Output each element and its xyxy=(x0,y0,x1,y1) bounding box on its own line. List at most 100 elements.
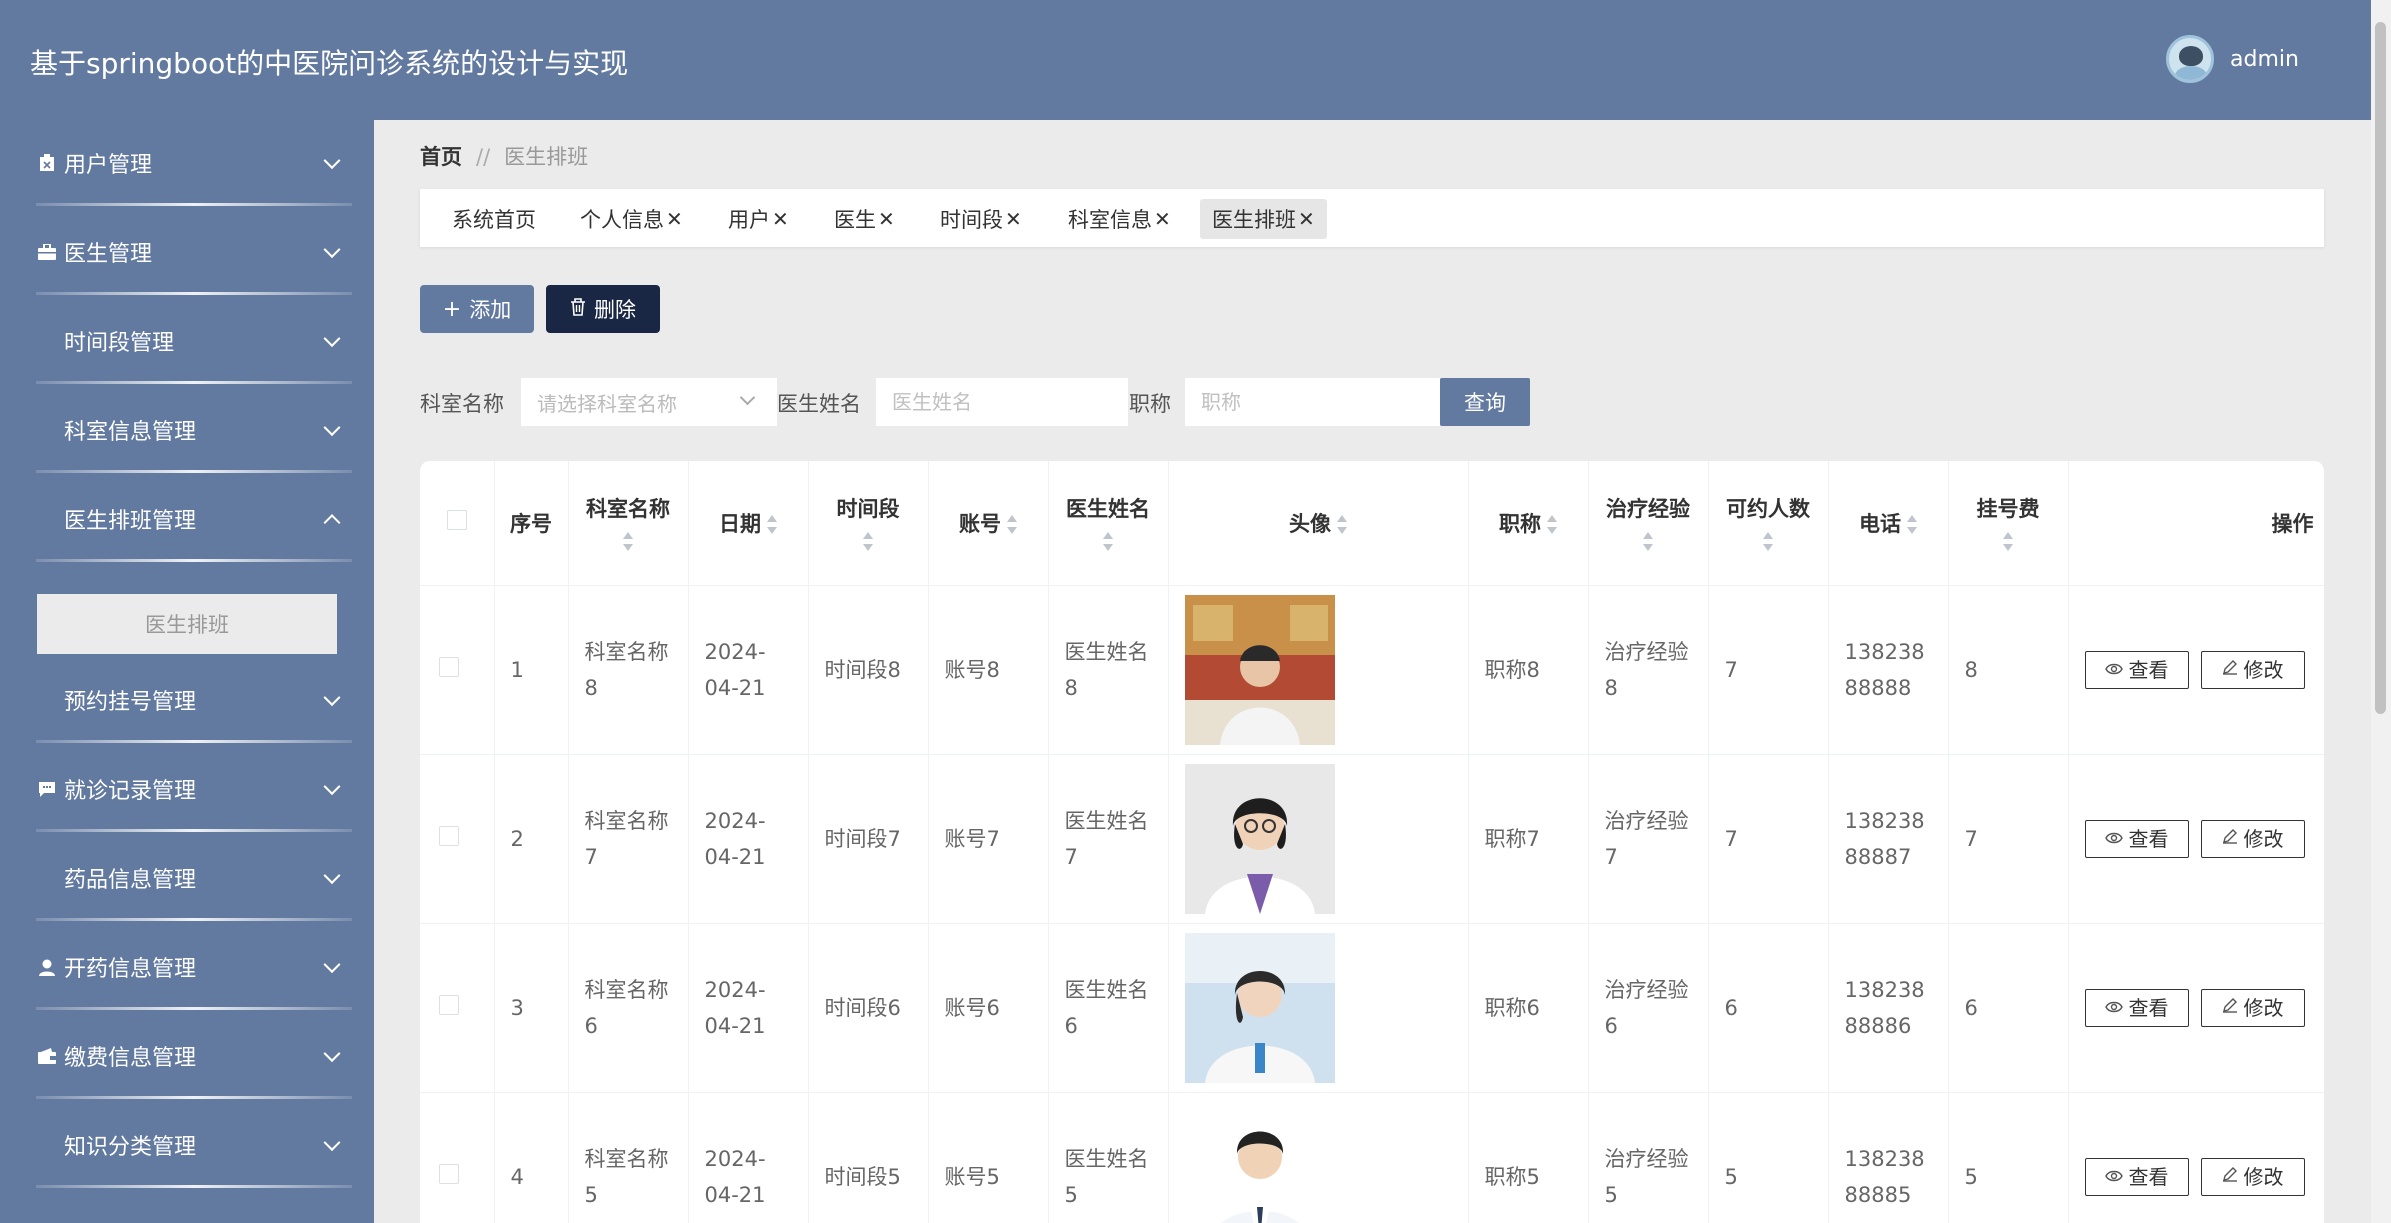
sidebar-item-knowledge-category-management[interactable]: 知识分类管理 xyxy=(0,1102,374,1188)
sort-icon[interactable] xyxy=(863,531,873,553)
user-menu[interactable]: admin xyxy=(2166,34,2299,84)
row-checkbox[interactable] xyxy=(438,994,459,1015)
user-avatar[interactable] xyxy=(2166,35,2214,83)
query-button[interactable]: 查询 xyxy=(1440,378,1530,426)
sort-icon[interactable] xyxy=(623,531,633,553)
tab-timeslots[interactable]: 时间段 ✕ xyxy=(928,199,1034,239)
edit-button[interactable]: 修改 xyxy=(2200,820,2305,858)
row-select-cell[interactable] xyxy=(420,923,495,1093)
sort-icon[interactable] xyxy=(1103,531,1113,553)
cell-date: 2024-04-21 xyxy=(688,585,809,755)
sort-icon[interactable] xyxy=(1907,514,1917,536)
tab-schedule[interactable]: 医生排班 ✕ xyxy=(1200,199,1327,239)
title-input[interactable] xyxy=(1185,378,1440,426)
sidebar-item-drug-management[interactable]: 药品信息管理 xyxy=(0,835,374,921)
sort-icon[interactable] xyxy=(767,514,777,536)
sort-icon[interactable] xyxy=(2003,531,2013,553)
close-icon[interactable]: ✕ xyxy=(666,207,683,231)
row-checkbox[interactable] xyxy=(438,1163,459,1184)
close-icon[interactable]: ✕ xyxy=(878,207,895,231)
column-dept[interactable]: 科室名称 xyxy=(568,461,689,586)
delete-button[interactable]: 删除 xyxy=(546,285,660,333)
sidebar-item-appointment-management[interactable]: 预约挂号管理 xyxy=(0,657,374,743)
doctor-name-input[interactable] xyxy=(876,378,1128,426)
cell-fee: 8 xyxy=(1948,585,2069,755)
sort-icon[interactable] xyxy=(1337,514,1347,536)
column-label: 治疗经验 xyxy=(1606,496,1690,521)
row-checkbox[interactable] xyxy=(438,825,459,846)
edit-button[interactable]: 修改 xyxy=(2200,651,2305,689)
cell-dept: 科室名称6 xyxy=(568,923,689,1093)
chevron-down-icon xyxy=(323,867,341,885)
sidebar-item-timeslot-management[interactable]: 时间段管理 xyxy=(0,298,374,384)
tab-departments[interactable]: 科室信息 ✕ xyxy=(1056,199,1183,239)
sort-icon[interactable] xyxy=(1007,514,1017,536)
close-icon[interactable]: ✕ xyxy=(1154,207,1171,231)
column-phone[interactable]: 电话 xyxy=(1828,461,1949,586)
sidebar-item-doctor-management[interactable]: 医生管理 xyxy=(0,209,374,295)
submenu-item-schedule[interactable]: 医生排班 xyxy=(37,594,337,654)
doctor-photo[interactable] xyxy=(1184,932,1452,1083)
column-slot[interactable]: 时间段 xyxy=(808,461,929,586)
sidebar-item-visit-record-management[interactable]: 就诊记录管理 xyxy=(0,746,374,832)
page-scrollbar[interactable] xyxy=(2371,0,2391,1223)
dept-select[interactable]: 请选择科室名称 xyxy=(521,378,777,426)
row-select-cell[interactable] xyxy=(420,585,495,755)
sidebar-item-label: 开药信息管理 xyxy=(64,957,197,982)
column-avatar[interactable]: 头像 xyxy=(1168,461,1469,586)
view-button[interactable]: 查看 xyxy=(2084,820,2189,858)
sidebar-item-user-management[interactable]: 用户管理 xyxy=(0,120,374,206)
divider xyxy=(36,829,352,832)
edit-button[interactable]: 修改 xyxy=(2200,1158,2305,1196)
edit-button[interactable]: 修改 xyxy=(2200,989,2305,1027)
close-icon[interactable]: ✕ xyxy=(772,207,789,231)
grid-icon xyxy=(38,332,56,350)
view-button-label: 查看 xyxy=(2128,1165,2169,1189)
column-label: 日期 xyxy=(719,511,761,536)
tab-label: 用户 xyxy=(728,208,770,232)
column-experience[interactable]: 治疗经验 xyxy=(1588,461,1709,586)
table-row: 2 科室名称7 2024-04-21 时间段7 账号7 医生姓名7 职称7 治疗经验7 7 138… xyxy=(420,754,2324,924)
column-capacity[interactable]: 可约人数 xyxy=(1708,461,1829,586)
row-select-cell[interactable] xyxy=(420,1092,495,1223)
close-icon[interactable]: ✕ xyxy=(1005,207,1022,231)
cell-experience: 治疗经验8 xyxy=(1588,585,1709,755)
user-name[interactable]: admin xyxy=(2230,47,2299,72)
select-all-cell[interactable] xyxy=(420,461,495,586)
cell-slot: 时间段5 xyxy=(808,1092,929,1223)
add-button-label: 添加 xyxy=(469,298,512,322)
breadcrumb-home[interactable]: 首页 xyxy=(420,145,462,169)
doctor-photo[interactable] xyxy=(1184,594,1452,745)
tab-profile[interactable]: 个人信息 ✕ xyxy=(568,199,695,239)
sidebar-item-schedule-management[interactable]: 医生排班管理 xyxy=(0,476,374,562)
view-button[interactable]: 查看 xyxy=(2084,1158,2189,1196)
briefcase-icon xyxy=(38,243,56,261)
doctor-photo[interactable] xyxy=(1184,1101,1452,1223)
select-all-checkbox[interactable] xyxy=(446,510,467,531)
tab-doctors[interactable]: 医生 ✕ xyxy=(822,199,907,239)
column-account[interactable]: 账号 xyxy=(928,461,1049,586)
column-label: 医生姓名 xyxy=(1066,496,1150,521)
tab-users[interactable]: 用户 ✕ xyxy=(716,199,801,239)
column-doctor[interactable]: 医生姓名 xyxy=(1048,461,1169,586)
row-select-cell[interactable] xyxy=(420,754,495,924)
sidebar-item-department-management[interactable]: 科室信息管理 xyxy=(0,387,374,473)
column-title[interactable]: 职称 xyxy=(1468,461,1589,586)
row-checkbox[interactable] xyxy=(438,656,459,677)
sidebar-item-prescription-management[interactable]: 开药信息管理 xyxy=(0,924,374,1010)
column-date[interactable]: 日期 xyxy=(688,461,809,586)
scrollbar-thumb[interactable] xyxy=(2375,22,2386,714)
view-button[interactable]: 查看 xyxy=(2084,989,2189,1027)
doctor-photo[interactable] xyxy=(1184,763,1452,914)
sort-icon[interactable] xyxy=(1763,531,1773,553)
close-icon[interactable]: ✕ xyxy=(1298,207,1315,231)
sort-icon[interactable] xyxy=(1547,514,1557,536)
sidebar-item-payment-management[interactable]: 缴费信息管理 xyxy=(0,1013,374,1099)
view-button[interactable]: 查看 xyxy=(2084,651,2189,689)
column-fee[interactable]: 挂号费 xyxy=(1948,461,2069,586)
sort-icon[interactable] xyxy=(1643,531,1653,553)
cell-slot: 时间段6 xyxy=(808,923,929,1093)
add-button[interactable]: + 添加 xyxy=(420,285,534,333)
tab-home[interactable]: 系统首页 xyxy=(440,199,548,239)
column-label: 账号 xyxy=(959,511,1001,536)
